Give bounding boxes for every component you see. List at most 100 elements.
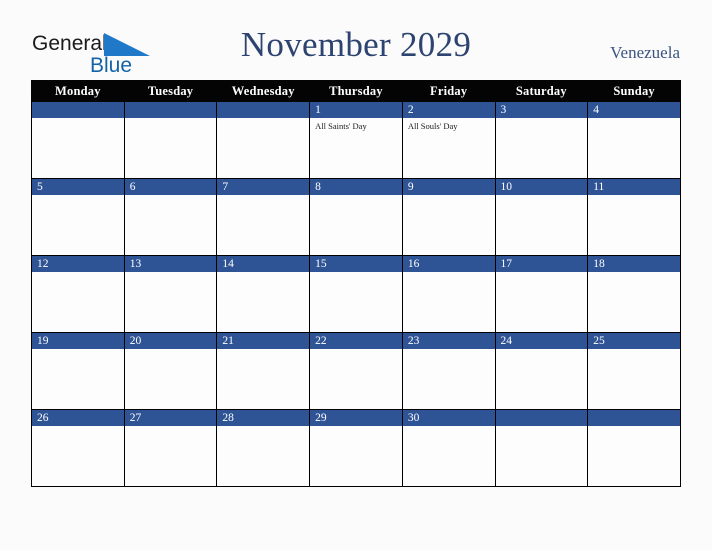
calendar-day-cell[interactable] — [494, 409, 589, 487]
day-cell-inner: 12 — [32, 256, 124, 332]
calendar-day-cell[interactable]: 11 — [587, 178, 681, 256]
day-cell-inner: 18 — [588, 256, 680, 332]
calendar-day-cell[interactable]: 28 — [216, 409, 311, 487]
day-events — [125, 118, 217, 121]
day-number: 28 — [217, 410, 310, 426]
day-events — [310, 272, 402, 275]
day-events — [310, 349, 402, 352]
day-events — [496, 272, 588, 275]
calendar-day-cell[interactable]: 6 — [123, 178, 218, 256]
calendar-grid: Monday Tuesday Wednesday Thursday Friday… — [31, 80, 681, 487]
day-events — [496, 426, 588, 429]
day-cell-inner: 10 — [495, 179, 588, 255]
day-header-sunday: Sunday — [587, 80, 681, 102]
day-number: 16 — [402, 256, 495, 272]
day-header-saturday: Saturday — [494, 80, 589, 102]
calendar-day-cell[interactable]: 3 — [494, 101, 589, 179]
day-events — [217, 272, 309, 275]
day-number: 6 — [124, 179, 217, 195]
day-cell-inner: 13 — [124, 256, 217, 332]
holiday-label: All Souls' Day — [407, 121, 458, 131]
day-cell-inner — [124, 102, 217, 178]
calendar-day-cell[interactable]: 30 — [401, 409, 496, 487]
calendar-day-cell[interactable]: 24 — [494, 332, 589, 410]
day-number: 24 — [495, 333, 588, 349]
calendar-day-cell[interactable]: 12 — [31, 255, 125, 333]
calendar-week-row: 5 6 7 8 9 10 11 — [31, 178, 681, 256]
calendar-day-cell[interactable]: 23 — [401, 332, 496, 410]
calendar-day-cell[interactable]: 19 — [31, 332, 125, 410]
calendar-day-cell[interactable] — [216, 101, 311, 179]
day-events — [403, 195, 495, 198]
day-number: 3 — [495, 102, 588, 118]
day-cell-inner: 16 — [402, 256, 495, 332]
calendar-day-cell[interactable]: 20 — [123, 332, 218, 410]
day-cell-inner — [32, 102, 124, 178]
day-number: 26 — [32, 410, 124, 426]
day-events — [125, 349, 217, 352]
day-cell-inner: 24 — [495, 333, 588, 409]
day-number: 5 — [32, 179, 124, 195]
calendar-body: 1 All Saints' Day 2 All Souls' Day 3 4 5 6 7 8 9 10… — [31, 101, 681, 487]
day-events: All Saints' Day — [310, 118, 402, 132]
calendar-day-cell[interactable]: 26 — [31, 409, 125, 487]
day-cell-inner: 15 — [310, 256, 402, 332]
day-header-wednesday: Wednesday — [216, 80, 311, 102]
calendar-day-cell[interactable]: 10 — [494, 178, 589, 256]
day-number: 8 — [310, 179, 402, 195]
calendar-day-cell[interactable]: 27 — [123, 409, 218, 487]
calendar-day-cell[interactable]: 18 — [587, 255, 681, 333]
calendar-day-cell[interactable] — [123, 101, 218, 179]
day-events — [403, 426, 495, 429]
calendar-day-cell[interactable] — [587, 409, 681, 487]
day-cell-inner: 26 — [32, 410, 124, 486]
day-events — [32, 426, 124, 429]
day-events — [32, 195, 124, 198]
calendar-day-cell[interactable]: 8 — [309, 178, 403, 256]
day-cell-inner: 7 — [217, 179, 310, 255]
day-events — [217, 349, 309, 352]
day-cell-inner: 27 — [124, 410, 217, 486]
day-events — [588, 349, 680, 352]
day-cell-inner: 23 — [402, 333, 495, 409]
calendar-day-cell[interactable]: 22 — [309, 332, 403, 410]
day-events — [496, 349, 588, 352]
calendar-day-cell[interactable]: 1 All Saints' Day — [309, 101, 403, 179]
calendar-day-cell[interactable]: 2 All Souls' Day — [401, 101, 496, 179]
calendar-week-row: 26 27 28 29 30 — [31, 409, 681, 487]
calendar-day-cell[interactable]: 16 — [401, 255, 496, 333]
calendar-day-cell[interactable]: 14 — [216, 255, 311, 333]
calendar-day-cell[interactable]: 5 — [31, 178, 125, 256]
day-number: 19 — [32, 333, 124, 349]
day-events — [588, 426, 680, 429]
day-number: 13 — [124, 256, 217, 272]
day-number: 1 — [310, 102, 402, 118]
calendar-day-cell[interactable]: 17 — [494, 255, 589, 333]
day-number: 2 — [402, 102, 495, 118]
calendar-day-cell[interactable]: 13 — [123, 255, 218, 333]
calendar-day-cell[interactable]: 9 — [401, 178, 496, 256]
calendar-day-cell[interactable]: 4 — [587, 101, 681, 179]
calendar-day-cell[interactable]: 25 — [587, 332, 681, 410]
day-number: 17 — [495, 256, 588, 272]
calendar-day-cell[interactable]: 21 — [216, 332, 311, 410]
day-number: 18 — [588, 256, 680, 272]
day-cell-inner: 5 — [32, 179, 124, 255]
day-cell-inner: 3 — [495, 102, 588, 178]
day-number: 21 — [217, 333, 310, 349]
calendar-day-cell[interactable]: 29 — [309, 409, 403, 487]
calendar-day-cell[interactable] — [31, 101, 125, 179]
day-events — [310, 195, 402, 198]
calendar-week-row: 1 All Saints' Day 2 All Souls' Day 3 4 — [31, 101, 681, 179]
day-events — [588, 195, 680, 198]
calendar-day-cell[interactable]: 15 — [309, 255, 403, 333]
day-of-week-header-row: Monday Tuesday Wednesday Thursday Friday… — [31, 80, 681, 102]
day-events — [310, 426, 402, 429]
day-number — [124, 102, 217, 118]
day-events — [403, 349, 495, 352]
calendar-day-cell[interactable]: 7 — [216, 178, 311, 256]
day-events — [32, 349, 124, 352]
day-number: 25 — [588, 333, 680, 349]
calendar-week-row: 12 13 14 15 16 17 18 — [31, 255, 681, 333]
day-cell-inner: 21 — [217, 333, 310, 409]
